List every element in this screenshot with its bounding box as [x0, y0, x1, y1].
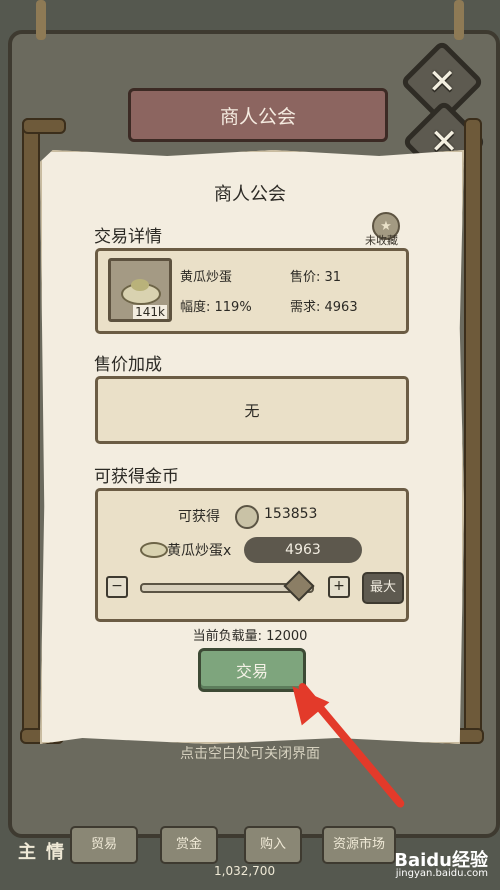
watermark-url: jingyan.baidu.com	[395, 868, 488, 879]
dialog-banner: 商人公会	[97, 88, 419, 147]
sell-item-label: 黄瓜炒蛋x	[167, 543, 232, 559]
rope-right	[454, 0, 464, 40]
item-price: 售价: 31	[290, 270, 342, 285]
obtainable-value: 153853	[264, 506, 318, 522]
max-button[interactable]: 最大	[362, 572, 404, 604]
quantity-field[interactable]: 4963	[244, 537, 362, 563]
close-icon: ✕	[427, 62, 457, 102]
tab-purchase[interactable]: 购入	[244, 826, 302, 864]
price-bonus-value: 无	[244, 401, 260, 420]
item-demand: 需求: 4963	[290, 300, 358, 315]
dish-icon	[140, 542, 168, 558]
trade-button[interactable]: 交易	[198, 648, 306, 692]
dialog-title: 商人公会	[214, 184, 286, 205]
price-bonus-label: 售价加成	[94, 355, 162, 375]
bottom-side-label-info: 情	[46, 842, 64, 863]
item-change: 幅度: 119%	[180, 300, 252, 315]
item-thumbnail: 141k	[108, 258, 172, 322]
item-quantity: 141k	[133, 305, 167, 319]
item-name: 黄瓜炒蛋	[180, 270, 233, 285]
price-bonus-box: 无	[95, 376, 409, 444]
frame-left	[22, 118, 40, 742]
trade-details-label: 交易详情	[94, 227, 162, 247]
bottom-side-label-main: 主	[18, 842, 36, 863]
obtainable-label: 可获得	[178, 509, 220, 525]
decrease-button[interactable]: −	[106, 576, 128, 598]
bottom-counter: 1,032,700	[214, 864, 276, 878]
frame-right	[464, 118, 482, 742]
tab-trade[interactable]: 贸易	[70, 826, 138, 864]
current-load: 当前负载量: 12000	[192, 629, 308, 644]
tab-resource-market[interactable]: 资源市场	[322, 826, 396, 864]
tab-bounty[interactable]: 赏金	[160, 826, 218, 864]
favorite-label[interactable]: 未收藏	[365, 232, 398, 248]
coin-icon	[235, 505, 259, 529]
earnings-label: 可获得金币	[94, 467, 179, 487]
rope-left	[36, 0, 46, 40]
stir-fry-dish-icon	[121, 279, 161, 305]
increase-button[interactable]: +	[328, 576, 350, 598]
close-hint: 点击空白处可关闭界面	[180, 746, 320, 762]
frame-top-left	[22, 118, 66, 134]
